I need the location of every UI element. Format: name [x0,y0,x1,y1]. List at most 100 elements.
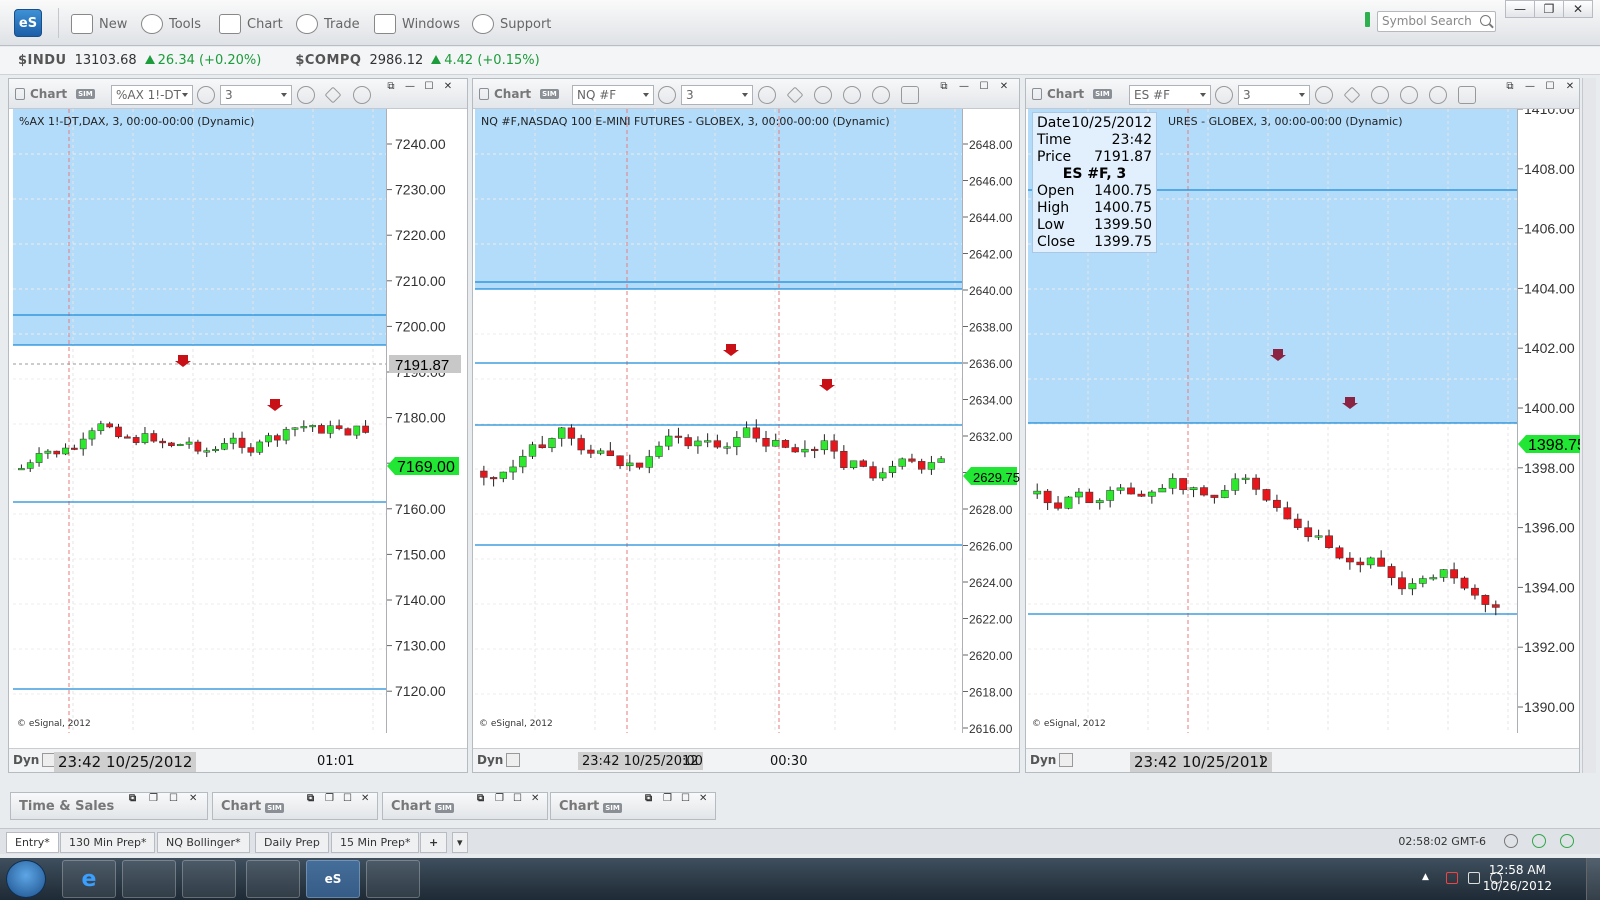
alert-icon[interactable] [872,86,890,104]
link-window-icon[interactable]: ⧉ [382,81,400,92]
refresh-icon[interactable] [1532,834,1546,848]
minimized-chart-window[interactable]: Chart SIM ⧉ ❐ ☐ ✕ [212,792,378,820]
link-window-icon[interactable]: ⧉ [935,81,953,92]
maximize-window-icon[interactable]: ☐ [681,793,690,804]
dyn-toggle[interactable]: Dyn [1030,753,1074,767]
link-window-icon[interactable]: ⧉ [645,793,652,804]
page-tab-130-min-prep[interactable]: 130 Min Prep* [60,832,156,853]
tools-button[interactable]: Tools [141,12,201,36]
clock-icon[interactable] [758,86,776,104]
link-window-icon[interactable]: ⧉ [477,793,484,804]
settings-icon[interactable] [1215,86,1233,104]
symbol-field[interactable]: %AX 1!-DT [111,85,193,105]
dyn-toggle[interactable]: Dyn [477,753,521,767]
alert-icon[interactable] [1429,86,1447,104]
minimize-chart-button[interactable]: — [1521,81,1539,92]
settings-icon[interactable] [197,86,215,104]
pencil-icon[interactable] [1343,86,1361,104]
price-plot[interactable]: URES - GLOBEX, 3, 00:00-00:00 (Dynamic) … [1028,109,1517,733]
price-axis-labels[interactable]: 2648.00 2646.00 2644.00 2642.00 2640.00 2638.… [963,109,1020,736]
price-axis-labels[interactable]: 7240.007230.007220.007210.007200.007190.… [387,109,468,733]
close-chart-button[interactable]: ✕ [1561,81,1579,92]
chart-tab[interactable]: Chart SIM [479,87,559,101]
show-desktop-button[interactable] [1586,858,1600,900]
study-icon[interactable] [353,86,371,104]
price-plot[interactable]: %AX 1!-DT,DAX, 3, 00:00-00:00 (Dynamic) … [13,109,386,733]
symbol-field[interactable]: NQ #F [572,85,654,105]
link-window-icon[interactable]: ⧉ [1501,81,1519,92]
tray-expand-icon[interactable]: ▲ [1422,872,1434,884]
trade-button[interactable]: Trade [296,12,360,36]
network-icon[interactable] [246,860,300,898]
maximize-chart-button[interactable]: ☐ [1541,81,1559,92]
start-button[interactable] [6,860,46,898]
power-icon[interactable] [1560,834,1574,848]
close-window-icon[interactable]: ✕ [531,793,539,804]
clock-status-icon[interactable] [1504,834,1518,848]
clock-icon[interactable] [1315,86,1333,104]
dyn-toggle[interactable]: Dyn [13,753,57,767]
minimized-chart-window[interactable]: Chart SIM ⧉ ❐ ☐ ✕ [550,792,716,820]
lock-icon[interactable] [1059,753,1074,767]
minimize-chart-button[interactable]: — [401,81,419,92]
play-icon[interactable] [843,86,861,104]
page-tab-15-min-prep[interactable]: 15 Min Prep* [331,832,420,853]
interval-field[interactable]: 3 [681,85,753,105]
media-player-icon[interactable] [182,860,236,898]
restore-window-icon[interactable]: ❐ [325,793,334,804]
chart-button[interactable]: Chart [219,12,283,36]
settings-icon[interactable] [658,86,676,104]
interval-field[interactable]: 3 [1238,85,1310,105]
play-icon[interactable] [1400,86,1418,104]
price-axis[interactable]: 1410.00 1408.00 1406.00 1404.00 1402.00 1400.… [1517,101,1590,733]
chart-tab[interactable]: Chart SIM [1032,87,1112,101]
file-explorer-icon[interactable] [122,860,176,898]
tray-network-icon[interactable] [1468,872,1480,884]
data-window[interactable]: Date 10/25/2012 Time 23:42 Price 7191.87 ES… [1032,112,1157,253]
esignal-app-icon[interactable]: eS [306,860,360,898]
time-axis[interactable]: Dyn 23:42 10/25/2012 :00 00:30 [473,748,1019,772]
price-plot[interactable]: NQ #F,NASDAQ 100 E-MINI FUTURES - GLOBEX… [475,109,962,733]
time-and-sales-window[interactable]: Time & Sales ⧉ ❐ ☐ ✕ [10,792,208,820]
lock-icon[interactable] [506,753,521,767]
study-icon[interactable] [814,86,832,104]
price-axis[interactable]: 2648.00 2646.00 2644.00 2642.00 2640.00 2638.… [962,109,1020,736]
chart-tab[interactable]: Chart SIM [15,87,95,101]
link-window-icon[interactable]: ⧉ [307,793,314,804]
study-icon[interactable] [1371,86,1389,104]
close-window-icon[interactable]: ✕ [699,793,707,804]
internet-explorer-icon[interactable]: e [62,860,116,898]
system-clock[interactable]: 12:58 AM 10/26/2012 [1483,862,1552,894]
page-tab-nq-bollinger[interactable]: NQ Bollinger* [157,832,250,853]
link-icon[interactable] [901,86,919,104]
restore-window-icon[interactable]: ❐ [149,793,158,804]
interval-field[interactable]: 3 [220,85,292,105]
price-axis[interactable]: 7240.007230.007220.007210.007200.007190.… [386,109,467,733]
windows-button[interactable]: Windows [374,12,460,36]
pencil-icon[interactable] [786,86,804,104]
maximize-chart-button[interactable]: ☐ [420,81,438,92]
symbol-search-input[interactable]: Symbol Search [1377,11,1496,32]
clock-icon[interactable] [297,86,315,104]
link-window-icon[interactable]: ⧉ [129,793,136,804]
time-axis[interactable]: Dyn 23:42 10/25/2012 01:01 [9,748,467,772]
close-window-icon[interactable]: ✕ [361,793,369,804]
new-button[interactable]: New [71,12,127,36]
candlestick-chart[interactable] [13,109,386,733]
tray-flag-icon[interactable] [1446,872,1458,884]
ticker-symbol[interactable]: $INDU [18,53,67,68]
maximize-window-icon[interactable]: ☐ [343,793,352,804]
minimize-button[interactable]: — [1505,0,1535,18]
workspace-scrollbar[interactable] [1582,78,1596,773]
pencil-icon[interactable] [324,86,342,104]
symbol-field[interactable]: ES #F [1129,85,1211,105]
page-tab-menu-button[interactable]: ▾ [452,832,468,853]
other-app-icon[interactable] [366,860,420,898]
ticker-symbol[interactable]: $COMPQ [295,53,361,68]
maximize-chart-button[interactable]: ☐ [975,81,993,92]
support-button[interactable]: Support [472,12,551,36]
price-axis-labels[interactable]: 1410.00 1408.00 1406.00 1404.00 1402.00 1400.… [1518,101,1590,733]
page-tab-entry[interactable]: Entry* [6,832,59,853]
maximize-window-icon[interactable]: ☐ [169,793,178,804]
restore-button[interactable]: ❐ [1534,0,1564,18]
